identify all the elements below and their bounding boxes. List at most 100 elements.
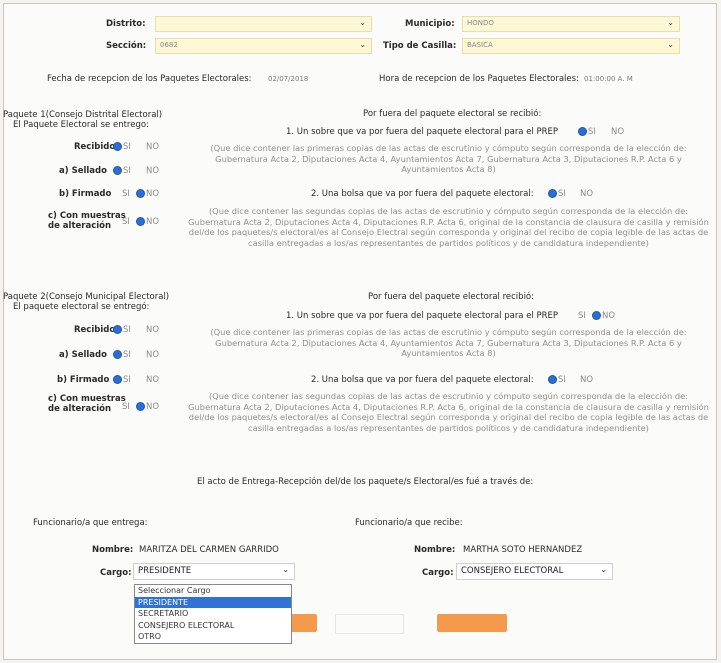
municipio-select[interactable]: HONDO ⌄ xyxy=(462,16,680,32)
acto-title: El acto de Entrega-Recepción del/de los … xyxy=(197,477,534,487)
radio-checked-icon xyxy=(578,127,587,136)
cargo-recibe-select[interactable]: CONSEJERO ELECTORAL ⌄ xyxy=(456,563,613,580)
p1-firmado-no[interactable]: NO xyxy=(136,189,159,199)
cargo-dropdown-list[interactable]: Seleccionar Cargo PRESIDENTE SECRETARIO … xyxy=(134,584,292,644)
p1-muestras-si[interactable]: SI xyxy=(122,217,130,227)
radio-checked-icon xyxy=(136,217,145,226)
accent-button[interactable] xyxy=(437,614,507,632)
cargo-entrega-value: PRESIDENTE xyxy=(138,566,192,576)
p2-muestras-no[interactable]: NO xyxy=(136,402,159,412)
p2-sellado-si[interactable]: SI xyxy=(113,350,131,360)
funcionario-entrega-label: Funcionario/a que entrega: xyxy=(33,518,148,528)
p1-recibido-si[interactable]: SI xyxy=(113,142,131,152)
radio-checked-icon xyxy=(136,402,145,411)
cargo-entrega-label: Cargo: xyxy=(100,568,132,578)
p1-q2: 2. Una bolsa que va por fuera del paquet… xyxy=(311,189,534,199)
dropdown-option[interactable]: OTRO xyxy=(135,631,291,643)
p2-q2-si[interactable]: SI xyxy=(548,375,566,385)
tipo-casilla-value: BASICA xyxy=(467,41,493,49)
p1-sellado-si[interactable]: SI xyxy=(113,166,131,176)
hora-value: 01:00:00 A. M xyxy=(584,75,633,83)
funcionario-recibe-label: Funcionario/a que recibe: xyxy=(355,518,463,528)
cargo-entrega-select[interactable]: PRESIDENTE ⌄ xyxy=(133,563,295,580)
cargo-recibe-value: CONSEJERO ELECTORAL xyxy=(461,566,564,576)
paquete2-subtitle: El paquete electoral se entregó: xyxy=(13,302,150,312)
p1-firmado-si[interactable]: SI xyxy=(122,189,130,199)
seccion-value: 0682 xyxy=(160,41,178,49)
distrito-label: Distrito: xyxy=(106,19,146,29)
p2-q1: 1. Un sobre que va por fuera del paquete… xyxy=(286,311,559,321)
chevron-down-icon: ⌄ xyxy=(600,565,607,574)
chevron-down-icon: ⌄ xyxy=(359,18,366,27)
p2-firmado-si[interactable]: SI xyxy=(113,375,131,385)
nombre-recibe-value: MARTHA SOTO HERNANDEZ xyxy=(463,545,583,555)
p1-recibido-label: Recibido xyxy=(74,142,116,152)
p1-muestras-label-2: de alteración xyxy=(48,221,112,231)
radio-checked-icon xyxy=(113,166,122,175)
tipo-casilla-select[interactable]: BASICA ⌄ xyxy=(462,38,680,54)
radio-checked-icon xyxy=(113,375,122,384)
dropdown-option[interactable]: Seleccionar Cargo xyxy=(135,585,291,597)
p2-q2-no[interactable]: NO xyxy=(580,375,593,385)
p1-muestras-no[interactable]: NO xyxy=(136,217,159,227)
p1-q2-si[interactable]: SI xyxy=(548,189,566,199)
cargo-recibe-label: Cargo: xyxy=(422,568,454,578)
nombre-recibe-label: Nombre: xyxy=(414,545,456,555)
p1-q1-desc: (Que dice contener las primeras copias d… xyxy=(210,143,687,174)
p2-muestras-si[interactable]: SI xyxy=(122,402,130,412)
p2-q2: 2. Una bolsa que va por fuera del paquet… xyxy=(311,375,534,385)
radio-checked-icon xyxy=(592,311,601,320)
paquete2-title: Paquete 2(Consejo Municipal Electoral) xyxy=(3,292,170,302)
chevron-down-icon: ⌄ xyxy=(667,40,674,49)
tipo-casilla-label: Tipo de Casilla: xyxy=(383,41,457,51)
p2-firmado-no[interactable]: NO xyxy=(146,375,159,385)
p1-q2-no[interactable]: NO xyxy=(580,189,593,199)
radio-checked-icon xyxy=(113,350,122,359)
p1-q1: 1. Un sobre que va por fuera del paquete… xyxy=(286,127,559,137)
p1-sellado-label: a) Sellado xyxy=(59,166,107,176)
p1-q1-si[interactable]: SI xyxy=(578,127,596,137)
distrito-select[interactable]: ⌄ xyxy=(155,16,372,32)
radio-checked-icon xyxy=(113,142,122,151)
p2-q2-desc: (Que dice contener las segundas copias d… xyxy=(188,391,709,433)
dropdown-option-selected[interactable]: PRESIDENTE xyxy=(135,596,291,608)
fecha-label: Fecha de recepcion de los Paquetes Elect… xyxy=(47,74,252,84)
p2-recibido-si[interactable]: SI xyxy=(113,325,131,335)
p2-sellado-no[interactable]: NO xyxy=(146,350,159,360)
p1-recibido-no[interactable]: NO xyxy=(146,142,159,152)
nombre-entrega-value: MARITZA DEL CARMEN GARRIDO xyxy=(139,545,279,555)
p2-recibido-label: Recibido xyxy=(74,325,116,335)
fecha-value: 02/07/2018 xyxy=(268,75,309,83)
radio-checked-icon xyxy=(136,189,145,198)
p2-q1-desc: (Que dice contener las primeras copias d… xyxy=(210,327,687,358)
p2-sellado-label: a) Sellado xyxy=(59,350,107,360)
municipio-value: HONDO xyxy=(467,19,494,27)
p2-muestras-label: c) Con muestras xyxy=(48,394,126,404)
secondary-button[interactable] xyxy=(335,614,404,634)
paquete1-subtitle: El Paquete Electoral se entrego: xyxy=(13,120,149,130)
p2-fuera-title: Por fuera del paquete electoral recibió: xyxy=(368,292,534,302)
dropdown-option[interactable]: CONSEJERO ELECTORAL xyxy=(135,620,291,632)
seccion-select[interactable]: 0682 ⌄ xyxy=(155,38,372,54)
radio-checked-icon xyxy=(548,189,557,198)
radio-checked-icon xyxy=(113,325,122,334)
p2-q1-si[interactable]: SI xyxy=(578,311,586,321)
p2-firmado-label: b) Firmado xyxy=(57,375,110,385)
seccion-label: Sección: xyxy=(106,41,147,51)
primary-button[interactable] xyxy=(290,614,317,632)
p1-firmado-label: b) Firmado xyxy=(59,189,112,199)
p1-fuera-title: Por fuera del paquete electoral se recib… xyxy=(363,109,542,119)
hora-label: Hora de recepcion de los Paquetes Electo… xyxy=(379,74,579,84)
p2-muestras-label-2: de alteración xyxy=(48,404,112,414)
p1-sellado-no[interactable]: NO xyxy=(146,166,159,176)
nombre-entrega-label: Nombre: xyxy=(92,545,134,555)
chevron-down-icon: ⌄ xyxy=(667,18,674,27)
p1-q1-no[interactable]: NO xyxy=(611,127,624,137)
dropdown-option[interactable]: SECRETARIO xyxy=(135,608,291,620)
radio-checked-icon xyxy=(548,375,557,384)
p2-q1-no[interactable]: NO xyxy=(592,311,615,321)
paquete1-title: Paquete 1(Consejo Distrital Electoral) xyxy=(3,110,163,120)
chevron-down-icon: ⌄ xyxy=(359,40,366,49)
p2-recibido-no[interactable]: NO xyxy=(146,325,159,335)
p1-muestras-label: c) Con muestras xyxy=(48,211,126,221)
